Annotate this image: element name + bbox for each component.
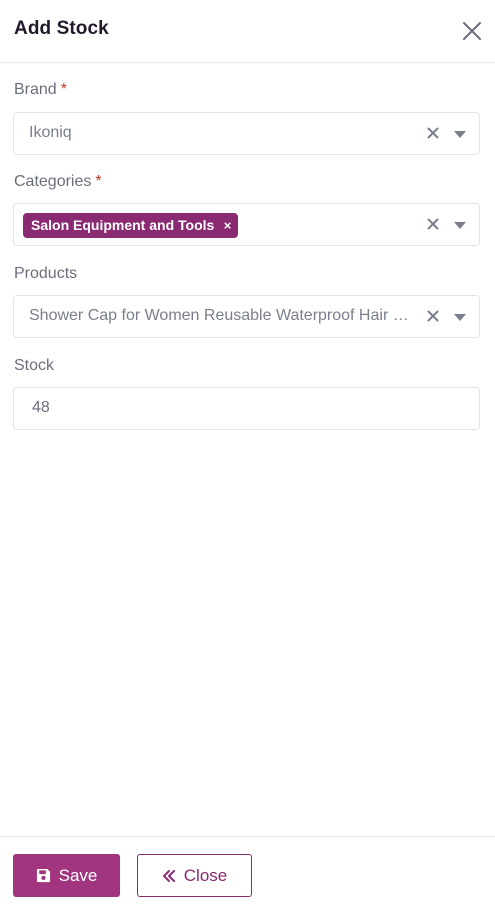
clear-x-icon[interactable] (425, 125, 441, 141)
modal-title: Add Stock (14, 18, 109, 39)
clear-x-icon[interactable] (425, 308, 441, 324)
floppy-disk-icon (36, 868, 50, 883)
save-button[interactable]: Save (13, 854, 120, 897)
caret-down-icon[interactable] (453, 313, 467, 322)
categories-multiselect[interactable]: Salon Equipment and Tools × (13, 203, 480, 246)
brand-selected-value: Ikoniq (29, 124, 72, 141)
caret-down-icon[interactable] (453, 221, 467, 230)
brand-select[interactable]: Ikoniq (13, 112, 480, 155)
stock-label: Stock (14, 357, 55, 374)
brand-label-text: Brand (14, 81, 57, 98)
categories-label: Categories * (14, 173, 102, 191)
category-chip: Salon Equipment and Tools × (23, 213, 239, 238)
close-icon[interactable] (460, 19, 484, 43)
clear-x-icon[interactable] (425, 216, 441, 232)
double-chevron-left-icon (162, 869, 175, 882)
stock-input[interactable]: 48 (13, 387, 480, 430)
products-select[interactable]: Shower Cap for Women Reusable Waterproof… (13, 295, 480, 338)
close-button[interactable]: Close (137, 854, 252, 897)
category-chip-label: Salon Equipment and Tools (31, 217, 215, 233)
close-button-label: Close (183, 865, 228, 885)
modal-footer: Save Close (0, 836, 495, 904)
caret-down-icon[interactable] (453, 130, 467, 139)
required-mark: * (95, 173, 102, 190)
products-selected-value: Shower Cap for Women Reusable Waterproof… (29, 307, 414, 324)
products-label: Products (14, 265, 78, 282)
chip-remove-icon[interactable]: × (224, 213, 232, 238)
save-button-label: Save (58, 865, 98, 885)
modal-header: Add Stock (0, 0, 495, 63)
brand-label: Brand * (14, 81, 67, 99)
stock-input-value: 48 (32, 399, 50, 416)
required-mark: * (60, 81, 67, 98)
categories-label-text: Categories (14, 173, 92, 190)
